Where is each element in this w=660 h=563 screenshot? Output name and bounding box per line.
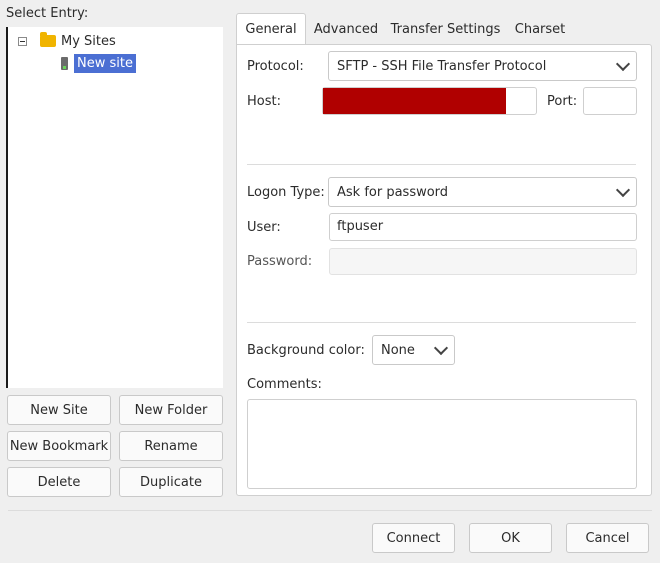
ok-button[interactable]: OK <box>469 523 552 553</box>
tree-row-new-site[interactable]: New site <box>61 52 136 74</box>
tab-charset[interactable]: Charset <box>508 13 572 45</box>
server-icon <box>61 56 68 70</box>
connect-button[interactable]: Connect <box>372 523 455 553</box>
user-value: ftpuser <box>337 219 384 234</box>
cancel-button[interactable]: Cancel <box>566 523 649 553</box>
background-color-label: Background color: <box>247 343 365 358</box>
protocol-label: Protocol: <box>247 59 304 74</box>
select-entry-label: Select Entry: <box>6 6 89 21</box>
tree-site-label: New site <box>74 53 136 73</box>
logon-type-value: Ask for password <box>337 184 449 200</box>
footer-divider <box>8 510 652 511</box>
port-label: Port: <box>547 94 578 109</box>
chevron-down-icon <box>615 182 631 198</box>
site-tree[interactable]: My Sites New site <box>6 27 223 388</box>
tree-folder-label: My Sites <box>61 33 116 49</box>
protocol-select[interactable]: SFTP - SSH File Transfer Protocol <box>328 51 637 81</box>
port-input[interactable] <box>583 87 637 115</box>
chevron-down-icon <box>433 340 449 356</box>
new-site-button[interactable]: New Site <box>7 395 111 425</box>
user-input[interactable]: ftpuser <box>329 213 637 241</box>
tree-row-my-sites[interactable]: My Sites <box>18 30 116 52</box>
host-redaction <box>323 88 506 114</box>
password-input[interactable] <box>329 248 637 275</box>
protocol-value: SFTP - SSH File Transfer Protocol <box>337 58 547 74</box>
divider <box>247 322 636 323</box>
password-label: Password: <box>247 254 313 269</box>
comments-textarea[interactable] <box>247 399 637 489</box>
background-color-value: None <box>381 342 415 358</box>
host-input[interactable] <box>322 87 537 115</box>
divider <box>247 164 636 165</box>
rename-button[interactable]: Rename <box>119 431 223 461</box>
duplicate-button[interactable]: Duplicate <box>119 467 223 497</box>
delete-button[interactable]: Delete <box>7 467 111 497</box>
collapse-icon[interactable] <box>18 36 27 46</box>
tab-transfer-settings[interactable]: Transfer Settings <box>388 13 503 45</box>
new-bookmark-button[interactable]: New Bookmark <box>7 431 111 461</box>
logon-type-label: Logon Type: <box>247 185 325 200</box>
tab-general[interactable]: General <box>236 13 306 45</box>
comments-label: Comments: <box>247 377 322 392</box>
chevron-down-icon <box>615 56 631 72</box>
folder-icon <box>40 32 56 47</box>
host-label: Host: <box>247 94 281 109</box>
background-color-select[interactable]: None <box>372 335 455 365</box>
new-folder-button[interactable]: New Folder <box>119 395 223 425</box>
tab-advanced[interactable]: Advanced <box>309 13 383 45</box>
user-label: User: <box>247 220 281 235</box>
logon-type-select[interactable]: Ask for password <box>328 177 637 207</box>
